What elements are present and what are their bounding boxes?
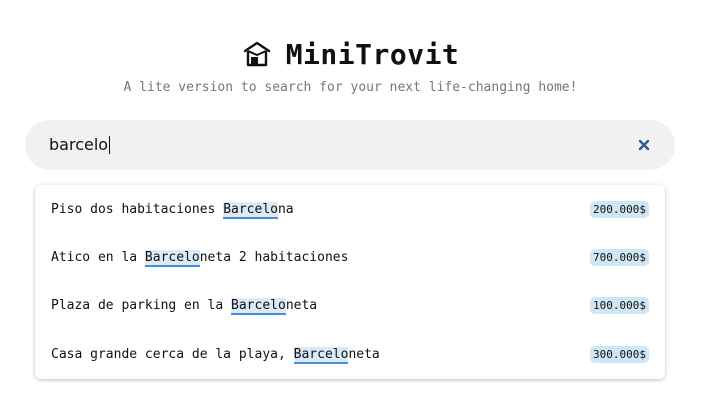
close-icon xyxy=(638,139,650,151)
result-item[interactable]: Piso dos habitaciones Barcelona 200.000$ xyxy=(35,185,665,233)
price-badge: 700.000$ xyxy=(590,248,649,266)
search-results-dropdown: Piso dos habitaciones Barcelona 200.000$… xyxy=(35,185,665,379)
result-item[interactable]: Atico en la Barceloneta 2 habitaciones 7… xyxy=(35,233,665,281)
text-caret xyxy=(109,136,111,154)
price-badge: 200.000$ xyxy=(590,200,649,218)
house-box-icon xyxy=(243,41,270,67)
result-item[interactable]: Plaza de parking en la Barceloneta 100.0… xyxy=(35,281,665,329)
match-highlight: Barcelo xyxy=(293,346,349,364)
match-highlight: Barcelo xyxy=(144,249,200,267)
search-input[interactable]: barcelo xyxy=(49,133,633,157)
match-highlight: Barcelo xyxy=(223,201,278,219)
result-title: Atico en la Barceloneta 2 habitaciones xyxy=(51,249,349,267)
result-title: Piso dos habitaciones Barcelona xyxy=(51,201,294,219)
result-item[interactable]: Casa grande cerca de la playa, Barcelone… xyxy=(35,330,665,378)
search-input-value: barcelo xyxy=(49,135,109,154)
price-badge: 300.000$ xyxy=(590,345,649,363)
clear-search-button[interactable] xyxy=(633,134,655,156)
match-highlight: Barcelo xyxy=(231,297,286,315)
search-bar[interactable]: barcelo xyxy=(25,120,675,170)
price-badge: 100.000$ xyxy=(590,296,649,314)
app-title: MiniTrovit xyxy=(285,37,460,71)
app-subtitle: A lite version to search for your next l… xyxy=(123,80,578,95)
app-header: MiniTrovit xyxy=(0,34,701,74)
result-title: Casa grande cerca de la playa, Barcelone… xyxy=(51,346,380,364)
result-title: Plaza de parking en la Barceloneta xyxy=(51,297,318,315)
